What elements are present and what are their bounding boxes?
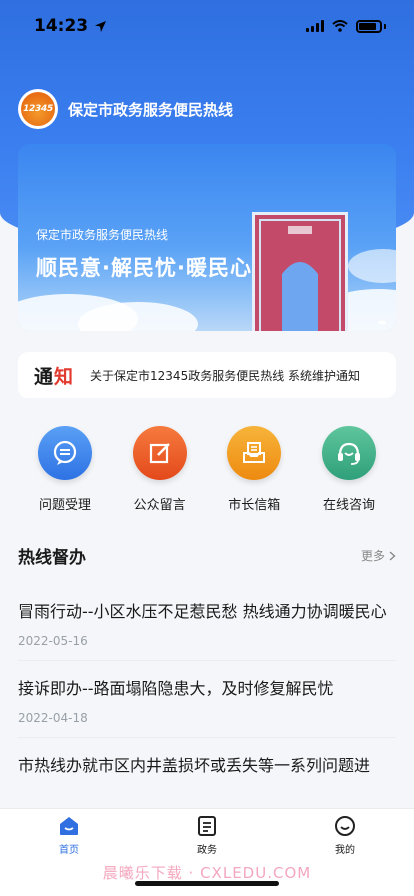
status-time: 14:23 (34, 16, 107, 36)
news-title: 接诉即办--路面塌陷隐患大，及时修复解民忧 (18, 679, 334, 698)
quick-action-mailbox[interactable]: 市长信箱 (207, 426, 301, 513)
tab-label: 我的 (335, 845, 355, 856)
news-date: 2022-05-16 (18, 634, 88, 648)
banner-headline: 顺民意·解民忧·暖民心 (36, 256, 252, 280)
edit-icon (132, 426, 187, 480)
clock-text: 14:23 (34, 16, 89, 36)
status-indicators (306, 19, 386, 33)
promo-banner[interactable]: 保定市政务服务便民热线 顺民意·解民忧·暖民心 (18, 144, 396, 331)
status-bar: 14:23 (0, 0, 414, 52)
quick-action-problem[interactable]: 问题受理 (18, 426, 112, 513)
more-link[interactable]: 更多 (361, 547, 396, 564)
section-header: 热线督办 更多 (18, 543, 396, 568)
cellular-signal-icon (306, 20, 324, 32)
notice-text: 关于保定市12345政务服务便民热线 系统维护通知 (90, 368, 361, 383)
app-header: 12345 保定市政务服务便民热线 (18, 89, 233, 129)
section-title: 热线督办 (18, 548, 86, 568)
home-indicator (135, 881, 279, 886)
notice-tag: 通知 (34, 362, 74, 389)
home-icon (60, 817, 78, 835)
app-title: 保定市政务服务便民热线 (68, 100, 234, 119)
quick-action-label: 在线咨询 (322, 498, 375, 513)
tab-label: 首页 (59, 845, 79, 856)
logo-text: 12345 (23, 104, 53, 114)
watermark: 晨曦乐下载 · CXLEDU.COM (102, 864, 312, 882)
battery-tip (384, 23, 386, 29)
notice-tag-text: 通知 (34, 365, 75, 388)
wifi-icon (332, 20, 348, 32)
headset-icon (321, 426, 376, 480)
news-item[interactable]: 冒雨行动--小区水压不足惹民愁 热线通力协调暖民心 2022-05-16 (18, 600, 396, 661)
news-item[interactable]: 接诉即办--路面塌陷隐患大，及时修复解民忧 2022-04-18 (18, 677, 396, 738)
chat-icon (38, 426, 92, 480)
tab-label: 政务 (197, 845, 217, 856)
notice-bar[interactable]: 通知 关于保定市12345政务服务便民热线 系统维护通知 (18, 352, 396, 398)
news-item[interactable]: 市热线办就市区内井盖损坏或丢失等一系列问题进 (18, 754, 396, 790)
tab-home[interactable]: 首页 (19, 815, 119, 896)
document-icon (198, 816, 216, 836)
news-list: 冒雨行动--小区水压不足惹民愁 热线通力协调暖民心 2022-05-16 接诉即… (18, 600, 396, 806)
news-title: 市热线办就市区内井盖损坏或丢失等一系列问题进 (18, 756, 371, 775)
quick-action-consult[interactable]: 在线咨询 (302, 426, 396, 513)
battery-icon (356, 19, 382, 33)
carousel-indicator[interactable] (378, 321, 386, 324)
city-gate-illustration (252, 212, 348, 331)
chevron-right-icon (389, 550, 396, 561)
quick-actions: 问题受理 公众留言 市长信箱 在线咨询 (18, 426, 396, 513)
quick-action-label: 公众留言 (133, 498, 186, 513)
cloud (348, 249, 396, 283)
logo-badge: 12345 (21, 92, 55, 126)
news-date: 2022-04-18 (18, 711, 88, 725)
hotline-logo: 12345 (18, 89, 58, 129)
news-title: 冒雨行动--小区水压不足惹民愁 热线通力协调暖民心 (18, 602, 387, 621)
mailbox-icon (227, 426, 282, 480)
tab-profile[interactable]: 我的 (295, 815, 395, 896)
smile-icon (335, 816, 355, 836)
more-link-text: 更多 (360, 549, 385, 563)
banner-subtitle: 保定市政务服务便民热线 (36, 228, 169, 242)
quick-action-message[interactable]: 公众留言 (113, 426, 207, 513)
quick-action-label: 问题受理 (38, 498, 91, 513)
location-arrow-icon (95, 20, 107, 32)
quick-action-label: 市长信箱 (228, 498, 281, 513)
